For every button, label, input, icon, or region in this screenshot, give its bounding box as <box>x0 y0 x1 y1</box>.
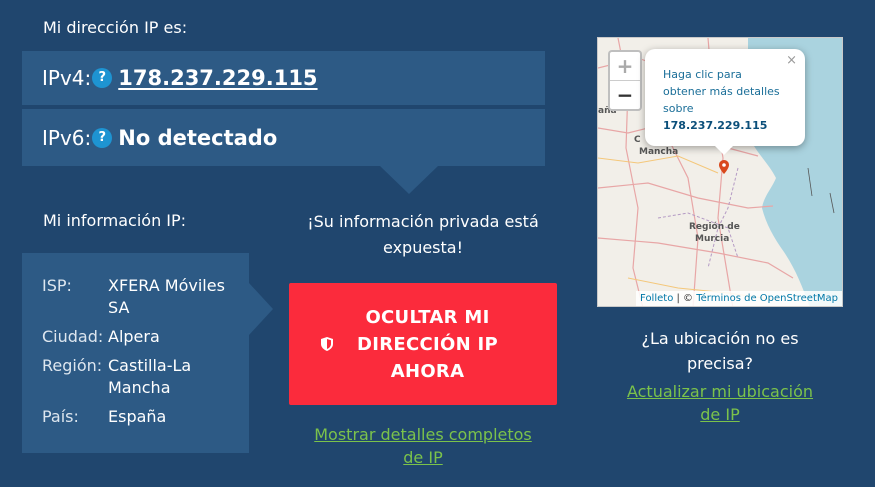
info-value: Alpera <box>108 327 160 346</box>
help-icon[interactable]: ? <box>92 68 113 88</box>
ip-heading: Mi dirección IP es: <box>43 18 188 37</box>
cta-line-1: OCULTAR MI <box>365 306 490 328</box>
location-question-line-1: ¿La ubicación no es <box>641 329 799 348</box>
hide-ip-label: OCULTAR MI DIRECCIÓN IP AHORA <box>357 304 498 385</box>
close-icon[interactable]: × <box>786 52 797 69</box>
cta-line-3: AHORA <box>390 360 465 382</box>
info-row-city: Ciudad: Alpera <box>42 326 249 348</box>
map-place-label: Murcia <box>695 234 730 244</box>
details-line-1: Mostrar detalles completos <box>314 425 532 444</box>
info-row-region: Región: Castilla-La Mancha <box>42 355 249 399</box>
help-icon[interactable]: ? <box>92 127 113 148</box>
exposed-warning: ¡Su información privada está expuesta! <box>289 209 557 261</box>
update-line-1: Actualizar mi ubicación <box>626 382 814 401</box>
location-question-line-2: precisa? <box>686 354 754 373</box>
info-row-country: País: España <box>42 406 249 428</box>
zoom-in-button[interactable]: + <box>610 52 640 81</box>
info-value: Castilla-La Mancha <box>108 356 192 397</box>
leaflet-link[interactable]: Folleto <box>640 293 673 304</box>
map-place-label: Región de <box>689 222 740 232</box>
map-pin-icon[interactable] <box>719 160 729 174</box>
info-value: España <box>108 407 167 426</box>
ipv4-value-link[interactable]: 178.237.229.115 <box>118 66 317 90</box>
popup-line-1: Haga clic para <box>663 68 742 81</box>
map-place-label: Mancha <box>639 147 679 157</box>
update-line-2: de IP <box>700 405 740 424</box>
zoom-out-button[interactable]: − <box>610 81 640 109</box>
hide-ip-button[interactable]: OCULTAR MI DIRECCIÓN IP AHORA <box>289 283 557 405</box>
info-key: País: <box>42 407 79 426</box>
map-place-label: C <box>634 135 641 145</box>
map-attribution: Folleto | © Términos de OpenStreetMap <box>636 291 842 306</box>
location-question: ¿La ubicación no es precisa? <box>597 326 843 376</box>
show-ip-details-link[interactable]: Mostrar detalles completos de IP <box>289 423 557 469</box>
attribution-separator: | © <box>676 293 694 304</box>
ipv4-row: IPv4: ? 178.237.229.115 <box>22 51 545 105</box>
ipv6-value: No detectado <box>118 125 278 150</box>
info-value: XFERA Móviles SA <box>108 276 225 317</box>
ipv6-label: IPv6: <box>42 125 92 150</box>
popup-ip: 178.237.229.115 <box>663 119 768 132</box>
panel-pointer-down <box>380 166 438 194</box>
location-map[interactable]: aña C Mancha Región de Murcia + − × Haga… <box>597 37 843 307</box>
info-key: Ciudad: <box>42 327 104 346</box>
warning-line-2: expuesta! <box>383 238 463 257</box>
shield-icon <box>321 337 333 351</box>
popup-line-2: obtener más detalles <box>663 85 780 98</box>
warning-line-1: ¡Su información privada está <box>307 212 539 231</box>
ipv4-label: IPv4: <box>42 66 92 90</box>
map-popup[interactable]: × Haga clic para obtener más detalles so… <box>645 49 805 146</box>
details-line-2: de IP <box>403 448 443 467</box>
info-row-isp: ISP: XFERA Móviles SA <box>42 275 249 319</box>
osm-terms-link[interactable]: Términos de OpenStreetMap <box>696 293 838 304</box>
popup-tip <box>714 145 734 155</box>
ip-info-panel: ISP: XFERA Móviles SA Ciudad: Alpera Reg… <box>22 253 249 453</box>
info-key: Región: <box>42 356 103 375</box>
info-key: ISP: <box>42 276 72 295</box>
info-heading: Mi información IP: <box>43 211 187 230</box>
panel-pointer-right <box>249 283 273 335</box>
cta-line-2: DIRECCIÓN IP <box>357 333 499 355</box>
map-zoom-control: + − <box>608 50 642 111</box>
popup-line-3: sobre <box>663 102 694 115</box>
update-location-link[interactable]: Actualizar mi ubicación de IP <box>597 380 843 426</box>
ipv6-row: IPv6: ? No detectado <box>22 109 545 166</box>
